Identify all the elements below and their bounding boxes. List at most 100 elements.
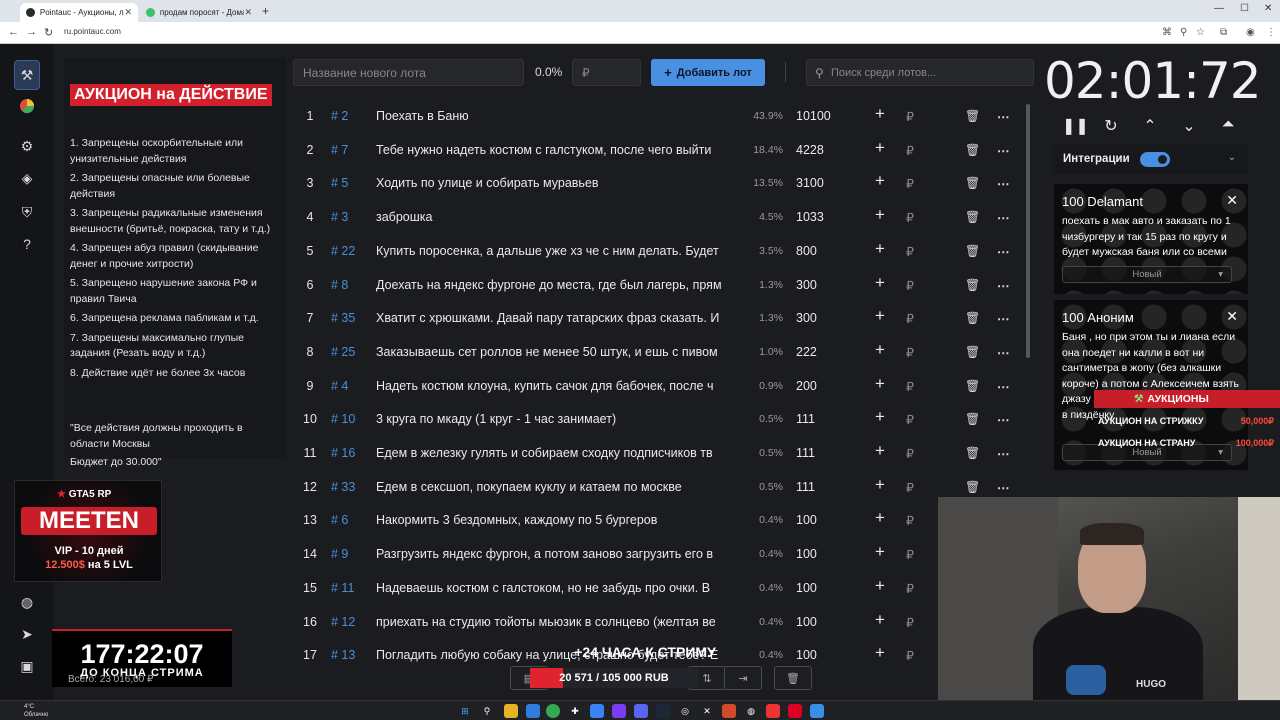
weather-widget[interactable]: 4°C Облачно xyxy=(24,703,48,719)
obs-icon[interactable] xyxy=(612,704,626,718)
new-tab-icon[interactable]: + xyxy=(262,4,269,18)
lot-id[interactable]: # 4 xyxy=(331,379,348,393)
lot-amount[interactable]: 111 xyxy=(796,412,815,426)
menu-icon[interactable]: ⋮ xyxy=(1266,27,1276,38)
trash-icon[interactable]: 🗑 xyxy=(965,412,980,426)
lot-name[interactable]: Накормить 3 бездомных, каждому по 5 бург… xyxy=(376,513,737,527)
lot-search-input[interactable] xyxy=(831,60,1031,85)
more-options-icon[interactable]: ⋯ xyxy=(997,311,1010,326)
github-icon[interactable]: ◍ xyxy=(14,590,40,614)
trash-icon[interactable]: 🗑 xyxy=(965,210,980,224)
twitch-icon[interactable]: ▣ xyxy=(14,654,40,678)
add-amount-icon[interactable]: + xyxy=(875,306,885,326)
new-lot-name-input[interactable] xyxy=(293,59,524,86)
add-amount-icon[interactable]: + xyxy=(875,475,885,495)
add-amount-icon[interactable]: + xyxy=(875,542,885,562)
close-tab-icon[interactable]: ✕ xyxy=(124,7,132,18)
lot-id[interactable]: # 16 xyxy=(331,446,355,460)
lot-amount[interactable]: 300 xyxy=(796,278,817,292)
lot-id[interactable]: # 13 xyxy=(331,648,355,662)
close-tab-icon[interactable]: ✕ xyxy=(244,7,252,18)
add-amount-icon[interactable]: + xyxy=(875,171,885,191)
telegram-icon[interactable]: ➤ xyxy=(14,622,40,646)
forward-icon[interactable]: → xyxy=(26,26,37,38)
add-amount-icon[interactable]: + xyxy=(875,104,885,124)
file-explorer-icon[interactable] xyxy=(504,704,518,718)
more-options-icon[interactable]: ⋯ xyxy=(997,480,1010,495)
lot-amount[interactable]: 1033 xyxy=(796,210,824,224)
add-amount-icon[interactable]: + xyxy=(875,340,885,360)
close-icon[interactable]: ✕ xyxy=(1226,308,1238,325)
lot-amount[interactable]: 4228 xyxy=(796,143,824,157)
add-amount-icon[interactable]: + xyxy=(875,374,885,394)
lot-amount[interactable]: 100 xyxy=(796,581,817,595)
lot-name[interactable]: приехать на студию тойоты мьюзик в солнц… xyxy=(376,615,737,629)
lot-id[interactable]: # 9 xyxy=(331,547,348,561)
add-amount-icon[interactable]: + xyxy=(875,610,885,630)
lot-name[interactable]: Надеть костюм клоуна, купить сачок для б… xyxy=(376,379,737,393)
taskbar-app-icon[interactable] xyxy=(766,704,780,718)
steam-icon[interactable] xyxy=(656,704,670,718)
lot-id[interactable]: # 3 xyxy=(331,210,348,224)
more-options-icon[interactable]: ⋯ xyxy=(997,109,1010,124)
settings-gear-icon[interactable]: ⚙ xyxy=(14,134,40,158)
lot-id[interactable]: # 12 xyxy=(331,615,355,629)
browser-tab-avito[interactable]: продам поросят - Домашние ✕ xyxy=(140,3,258,22)
extensions-icon[interactable]: ⧉ xyxy=(1220,27,1227,38)
more-options-icon[interactable]: ⋯ xyxy=(997,446,1010,461)
add-time-up-icon[interactable]: ⌃ xyxy=(1139,116,1161,136)
add-amount-icon[interactable]: + xyxy=(875,441,885,461)
close-icon[interactable]: ✕ xyxy=(1226,192,1238,209)
lot-name[interactable]: заброшка xyxy=(376,210,737,224)
profile-icon[interactable]: ◉ xyxy=(1246,27,1255,38)
help-icon[interactable]: ? xyxy=(14,232,40,256)
lot-amount[interactable]: 100 xyxy=(796,615,817,629)
taskbar-app-icon[interactable]: ◎ xyxy=(678,704,692,718)
lot-name[interactable]: Доехать на яндекс фургоне до места, где … xyxy=(376,278,737,292)
lot-name[interactable]: Купить поросенка, а дальше уже хз че с н… xyxy=(376,244,737,258)
add-amount-icon[interactable]: + xyxy=(875,508,885,528)
lot-id[interactable]: # 33 xyxy=(331,480,355,494)
more-options-icon[interactable]: ⋯ xyxy=(997,412,1010,427)
trash-icon[interactable]: 🗑 xyxy=(965,446,980,460)
lot-amount[interactable]: 222 xyxy=(796,345,817,359)
reset-icon[interactable]: ↻ xyxy=(1100,116,1122,136)
trash-icon[interactable]: 🗑 xyxy=(965,379,980,393)
lot-name[interactable]: Ходить по улице и собирать муравьев xyxy=(376,176,737,190)
trash-icon[interactable]: 🗑 xyxy=(965,311,980,325)
lot-amount[interactable]: 300 xyxy=(796,311,817,325)
add-lot-button[interactable]: + Добавить лот xyxy=(651,59,765,86)
windows-start-icon[interactable]: ⊞ xyxy=(458,704,472,718)
lot-amount[interactable]: 10100 xyxy=(796,109,831,123)
double-up-icon[interactable]: ⏶ xyxy=(1217,116,1239,134)
trash-icon[interactable]: 🗑 xyxy=(965,244,980,258)
wheel-chart-icon[interactable] xyxy=(14,94,40,118)
lot-id[interactable]: # 6 xyxy=(331,513,348,527)
add-amount-icon[interactable]: + xyxy=(875,239,885,259)
lot-amount[interactable]: 800 xyxy=(796,244,817,258)
trash-icon[interactable]: 🗑 xyxy=(965,109,980,123)
chrome-icon[interactable] xyxy=(546,704,560,718)
lot-name[interactable]: 3 круга по мкаду (1 круг - 1 час занимае… xyxy=(376,412,737,426)
add-amount-icon[interactable]: + xyxy=(875,407,885,427)
browser-tab-pointauc[interactable]: Pointauc - Аукционы, лотереи ✕ xyxy=(20,3,138,22)
trash-icon[interactable]: 🗑 xyxy=(965,480,980,494)
lot-id[interactable]: # 35 xyxy=(331,311,355,325)
taskbar-app-icon[interactable] xyxy=(722,704,736,718)
integrations-bar[interactable]: Интеграции ⌄ xyxy=(1052,144,1248,174)
translate-icon[interactable]: ⌘ xyxy=(1162,27,1172,38)
trash-icon[interactable]: 🗑 xyxy=(965,278,980,292)
trash-icon[interactable]: 🗑 xyxy=(965,176,980,190)
taskbar-app-icon[interactable]: ◍ xyxy=(744,704,758,718)
add-amount-icon[interactable]: + xyxy=(875,138,885,158)
maximize-icon[interactable]: ☐ xyxy=(1240,3,1249,14)
reload-icon[interactable]: ↻ xyxy=(44,26,53,39)
taskbar-search-icon[interactable]: ⚲ xyxy=(480,704,494,718)
lot-name[interactable]: Хватит с хрюшками. Давай пару татарских … xyxy=(376,311,737,325)
lot-id[interactable]: # 25 xyxy=(331,345,355,359)
taskbar-app-icon[interactable]: ✚ xyxy=(568,704,582,718)
lot-id[interactable]: # 22 xyxy=(331,244,355,258)
taskbar-app-icon[interactable] xyxy=(788,704,802,718)
add-amount-icon[interactable]: + xyxy=(875,205,885,225)
lot-name[interactable]: Заказываешь сет роллов не менее 50 штук,… xyxy=(376,345,737,359)
